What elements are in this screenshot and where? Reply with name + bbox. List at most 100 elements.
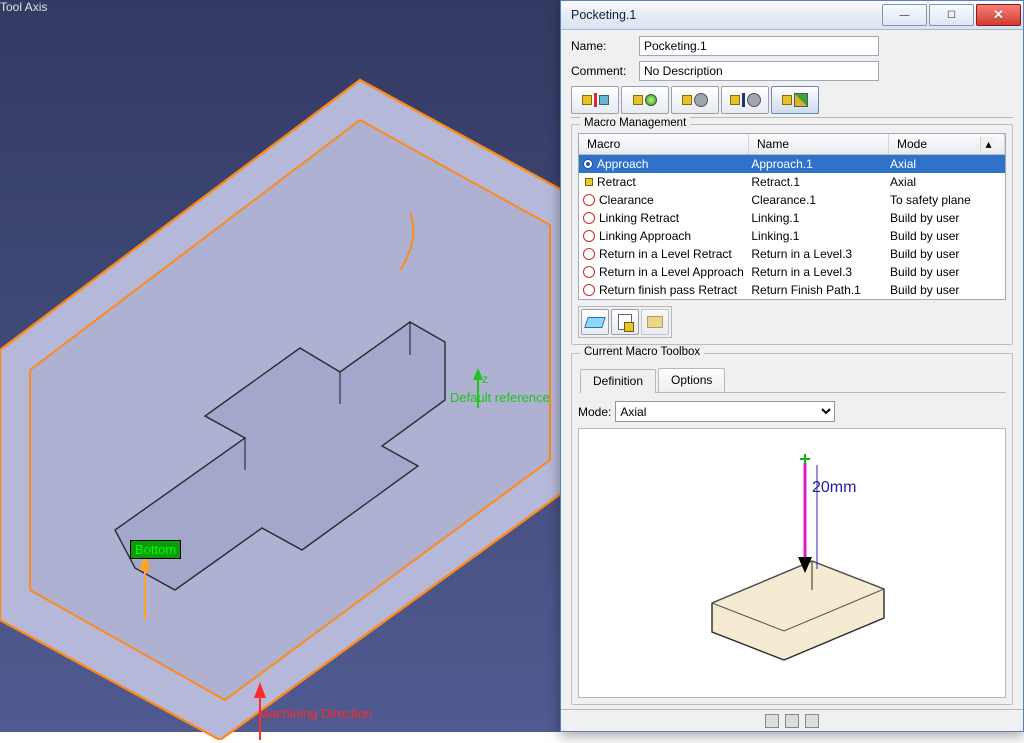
mode-label: Mode:: [578, 405, 611, 419]
toolbox-tabs: Definition Options: [580, 368, 1006, 393]
default-reference-label: Default reference: [450, 390, 550, 405]
name-label: Name:: [571, 39, 639, 53]
macro-table-head: Macro Name Mode ▴: [579, 134, 1005, 155]
maximize-icon: ☐: [947, 10, 956, 21]
macro-edit-button: [641, 309, 669, 335]
table-row[interactable]: Approach Approach.1Axial: [579, 155, 1005, 173]
tab-tool[interactable]: [671, 86, 719, 114]
mode-select[interactable]: Axial: [615, 401, 835, 422]
tab-options[interactable]: Options: [658, 368, 725, 392]
strategy-icon-2: [633, 95, 643, 105]
table-row[interactable]: Linking Approach Linking.1Build by user: [579, 227, 1005, 245]
green-ball-icon: [645, 94, 657, 106]
macro-management-group: Macro Management Macro Name Mode ▴ Appro…: [571, 124, 1013, 345]
comment-input[interactable]: [639, 61, 879, 81]
strategy-icon-5: [782, 95, 792, 105]
bottom-icon-1[interactable]: [765, 714, 779, 728]
mode-cell: Axial: [890, 157, 1001, 171]
tab-macros[interactable]: [771, 86, 819, 114]
mode-cell: Build by user: [890, 283, 1001, 297]
minimize-button[interactable]: —: [882, 4, 927, 26]
macro-preview[interactable]: 20mm: [578, 428, 1006, 698]
mode-cell: Build by user: [890, 265, 1001, 279]
col-name[interactable]: Name: [749, 134, 889, 154]
name-cell: Linking.1: [751, 229, 890, 243]
strategy-icon-3: [682, 95, 692, 105]
table-row[interactable]: Clearance Clearance.1To safety plane: [579, 191, 1005, 209]
preview-graphic: [662, 453, 922, 673]
close-button[interactable]: ✕: [976, 4, 1021, 26]
ring-icon: [583, 194, 595, 206]
bottom-icon-3[interactable]: [805, 714, 819, 728]
open-icon: [584, 317, 606, 328]
active-square-icon: [585, 178, 593, 186]
gear-icon-2: [747, 93, 761, 107]
close-icon: ✕: [993, 7, 1004, 23]
table-row[interactable]: Return finish pass Retract Return Finish …: [579, 281, 1005, 299]
tab-feeds[interactable]: [721, 86, 769, 114]
mode-cell: Build by user: [890, 229, 1001, 243]
macro-cell: Retract: [597, 175, 636, 189]
mode-cell: Build by user: [890, 247, 1001, 261]
macro-cell: Linking Approach: [599, 229, 691, 243]
macro-group-legend: Macro Management: [580, 117, 690, 129]
dialog-title: Pocketing.1: [571, 8, 880, 22]
name-cell: Return Finish Path.1: [751, 283, 890, 297]
name-input[interactable]: [639, 36, 879, 56]
comment-label: Comment:: [571, 64, 639, 78]
toolbox-legend: Current Macro Toolbox: [580, 346, 704, 358]
machining-direction-label: Machining Direction: [258, 706, 372, 721]
macro-icon: [794, 93, 808, 107]
macro-toolbar: [578, 306, 672, 338]
mode-cell: Axial: [890, 175, 1001, 189]
maximize-button[interactable]: ☐: [929, 4, 974, 26]
table-row[interactable]: Linking RetractLinking.1Build by user: [579, 209, 1005, 227]
tab-definition[interactable]: Definition: [580, 369, 656, 393]
page-icon-tabs: [571, 86, 1013, 118]
dialog-bottom-toolbar: [561, 709, 1023, 731]
bottom-icon-2[interactable]: [785, 714, 799, 728]
name-cell: Retract.1: [751, 175, 890, 189]
titlebar[interactable]: Pocketing.1 — ☐ ✕: [561, 1, 1023, 30]
col-mode[interactable]: Mode: [897, 137, 980, 151]
current-macro-toolbox-group: Current Macro Toolbox Definition Options…: [571, 353, 1013, 705]
minimize-icon: —: [900, 10, 910, 21]
macro-open-button[interactable]: [581, 309, 609, 335]
red-stripe-icon: [594, 93, 597, 107]
table-row[interactable]: Return in a Level Approach Return in a Le…: [579, 263, 1005, 281]
bottom-label: Bottom: [130, 540, 181, 559]
name-cell: Clearance.1: [751, 193, 890, 207]
tab-strategy[interactable]: [571, 86, 619, 114]
strategy-icon: [582, 95, 592, 105]
macro-save-button[interactable]: [611, 309, 639, 335]
preview-dimension[interactable]: 20mm: [812, 479, 856, 497]
strategy-icon-4: [730, 95, 740, 105]
table-row[interactable]: Retract Retract.1Axial: [579, 173, 1005, 191]
macro-cell: Return in a Level Retract: [599, 247, 732, 261]
macro-cell: Clearance: [599, 193, 654, 207]
macro-cell: Approach: [597, 157, 648, 171]
mode-cell: To safety plane: [890, 193, 1001, 207]
blue-stripe-icon: [742, 93, 745, 107]
table-row[interactable]: Return in a Level Retract Return in a Lev…: [579, 245, 1005, 263]
macro-cell: Return finish pass Retract: [599, 283, 737, 297]
ring-icon: [583, 230, 595, 242]
gear-icon: [694, 93, 708, 107]
z-axis-label: z: [482, 372, 488, 386]
macro-cell: Return in a Level Approach: [599, 265, 744, 279]
col-macro[interactable]: Macro: [579, 134, 749, 154]
name-cell: Approach.1: [751, 157, 890, 171]
tool-axis-label: Tool Axis: [0, 0, 47, 14]
name-cell: Return in a Level.3: [751, 247, 890, 261]
ring-icon: [583, 284, 595, 296]
macro-table[interactable]: Macro Name Mode ▴ Approach Approach.1Axia…: [578, 133, 1006, 300]
name-cell: Return in a Level.3: [751, 265, 890, 279]
pocketing-dialog: Pocketing.1 — ☐ ✕ Name: Comment: Macro M…: [560, 0, 1024, 732]
save-doc-icon: [618, 314, 632, 330]
scroll-up-icon[interactable]: ▴: [980, 137, 996, 151]
ring-icon: [583, 266, 595, 278]
radio-on-icon: [583, 159, 593, 169]
ring-icon: [583, 212, 595, 224]
tab-geometry[interactable]: [621, 86, 669, 114]
mode-cell: Build by user: [890, 211, 1001, 225]
